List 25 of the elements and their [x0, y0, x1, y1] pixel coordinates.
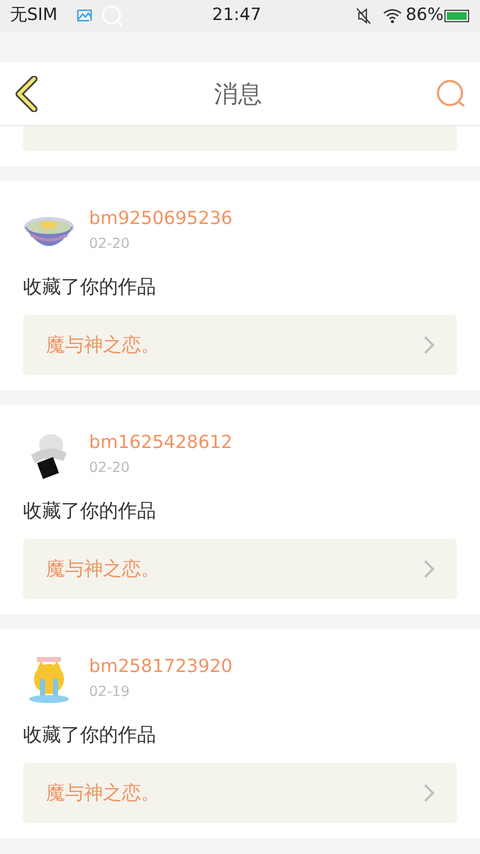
user-name[interactable]: bm1625428612	[89, 431, 232, 455]
work-link-card[interactable]: 魔与神之恋。	[23, 315, 457, 375]
image-icon	[76, 8, 94, 24]
work-link-card[interactable]: 魔与神之恋。	[23, 763, 457, 823]
chevron-icon	[424, 560, 434, 578]
wifi-icon	[382, 8, 402, 24]
page-title: 消息	[214, 78, 262, 110]
work-link-card[interactable]: 魔与神之恋。	[23, 539, 457, 599]
message-text: 收藏了你的作品	[23, 723, 157, 748]
chevron-icon	[424, 336, 434, 354]
message-date: 02-20	[89, 235, 131, 254]
carrier-label: 无SIM	[10, 4, 58, 28]
user-name[interactable]: bm9250695236	[89, 207, 232, 231]
message-date: 02-19	[89, 683, 131, 702]
message-date: 02-20	[89, 459, 131, 478]
user-name[interactable]: bm2581723920	[89, 655, 232, 679]
back-icon[interactable]	[14, 76, 40, 112]
battery-icon	[444, 9, 470, 23]
message-text: 收藏了你的作品	[23, 499, 157, 524]
clock: 21:47	[212, 4, 262, 28]
message-text: 收藏了你的作品	[23, 275, 157, 300]
mute-icon	[356, 7, 371, 25]
search-icon[interactable]	[436, 78, 466, 108]
chevron-icon	[424, 784, 434, 802]
battery-label: 86%	[406, 4, 444, 28]
